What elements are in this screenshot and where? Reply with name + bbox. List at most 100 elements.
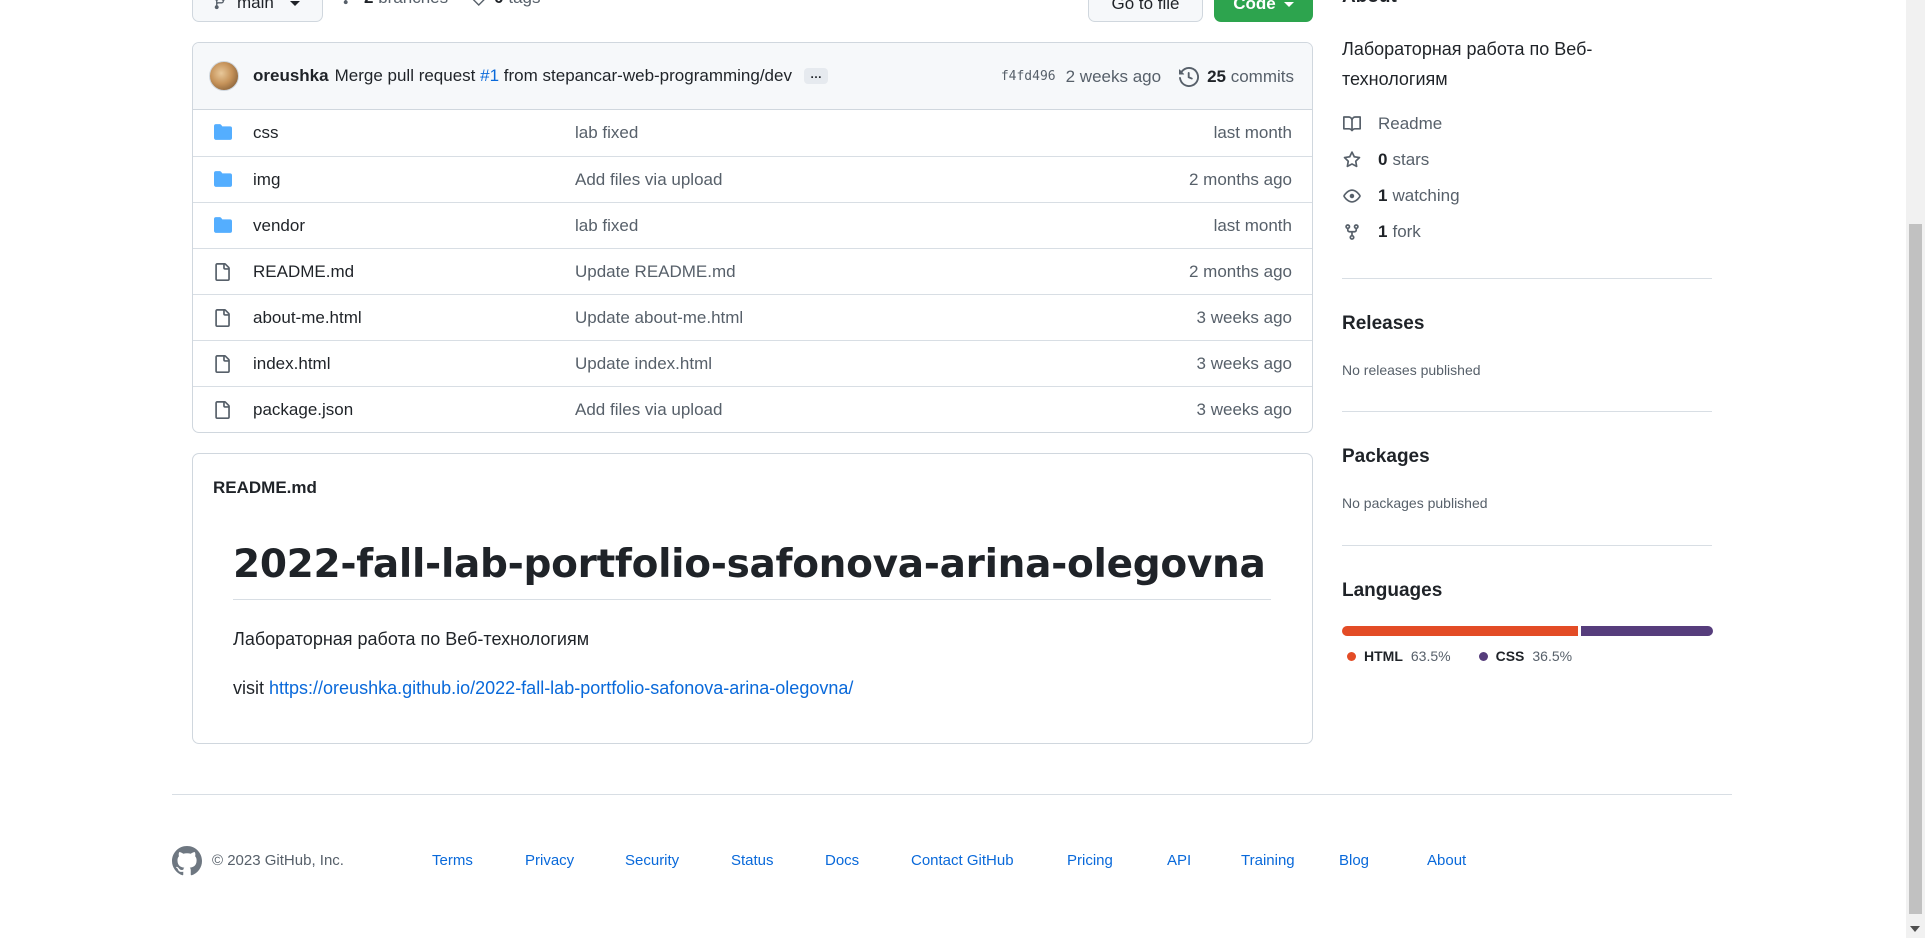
file-commit-message[interactable]: Update index.html [575, 354, 712, 374]
code-button-label: Code [1233, 0, 1276, 13]
watching-link[interactable]: 1 watching [1342, 186, 1460, 206]
git-branch-icon [213, 0, 227, 11]
language-bar-html[interactable] [1342, 626, 1578, 636]
languages-title: Languages [1342, 580, 1443, 601]
stars-link[interactable]: 0 stars [1342, 150, 1429, 170]
file-icon [213, 400, 231, 420]
file-row[interactable]: css lab fixed last month [193, 110, 1312, 156]
file-row[interactable]: vendor lab fixed last month [193, 202, 1312, 248]
language-html[interactable]: HTML 63.5% [1347, 648, 1451, 664]
language-percent: 36.5% [1532, 648, 1573, 664]
commit-message-suffix: from stepancar-web-programming/dev [503, 66, 792, 85]
git-branch-icon [342, 0, 356, 6]
file-commit-message[interactable]: Add files via upload [575, 400, 722, 420]
footer-link-docs[interactable]: Docs [825, 852, 859, 869]
github-logo-icon[interactable] [172, 846, 202, 876]
file-name-link[interactable]: img [253, 170, 280, 190]
file-name-link[interactable]: css [253, 123, 279, 143]
file-commit-age: 3 weeks ago [1196, 399, 1292, 419]
branch-selector[interactable]: main [192, 0, 323, 22]
footer-link-pricing[interactable]: Pricing [1067, 852, 1113, 869]
language-css[interactable]: CSS 36.5% [1478, 648, 1573, 664]
file-name-link[interactable]: package.json [253, 400, 353, 420]
file-icon [213, 308, 231, 328]
footer-link-terms[interactable]: Terms [432, 852, 473, 869]
footer-divider [172, 794, 1732, 795]
file-commit-message[interactable]: lab fixed [575, 123, 638, 143]
file-icon [213, 262, 231, 282]
branches-link[interactable]: 2 branches [342, 0, 448, 8]
file-commit-age: 3 weeks ago [1196, 307, 1292, 327]
avatar[interactable] [209, 61, 239, 91]
packages-title[interactable]: Packages [1342, 446, 1430, 468]
footer-link-api[interactable]: API [1167, 852, 1191, 869]
sidebar-divider [1342, 411, 1712, 412]
readme-link[interactable]: https://oreushka.github.io/2022-fall-lab… [269, 678, 853, 698]
forks-count: 1 [1378, 222, 1388, 241]
file-commit-message[interactable]: Update README.md [575, 262, 736, 282]
forks-label: fork [1392, 222, 1421, 241]
readme-visit-line: visit https://oreushka.github.io/2022-fa… [233, 678, 853, 699]
file-commit-age: 2 months ago [1188, 169, 1292, 189]
footer-link-status[interactable]: Status [731, 852, 774, 869]
branches-label: branches [378, 0, 448, 7]
commit-author[interactable]: oreushka [253, 66, 329, 86]
go-to-file-button[interactable]: Go to file [1088, 0, 1203, 22]
file-row[interactable]: index.html Update index.html 3 weeks ago [193, 340, 1312, 386]
footer-link-security[interactable]: Security [625, 852, 679, 869]
pull-request-link[interactable]: #1 [480, 66, 499, 85]
file-name-link[interactable]: index.html [253, 354, 330, 374]
file-row[interactable]: README.md Update README.md 2 months ago [193, 248, 1312, 294]
footer-link-training[interactable]: Training [1241, 852, 1295, 869]
commits-link[interactable]: 25 commits [1179, 67, 1294, 87]
file-name-link[interactable]: about-me.html [253, 308, 362, 328]
releases-title[interactable]: Releases [1342, 313, 1424, 335]
file-commit-message[interactable]: Update about-me.html [575, 308, 743, 328]
tag-icon [470, 0, 486, 6]
about-title: About [1342, 0, 1397, 8]
readme-paragraph: Лабораторная работа по Веб-технологиям [233, 629, 590, 649]
language-bar-css[interactable] [1580, 626, 1713, 636]
file-commit-age: 2 months ago [1188, 261, 1292, 281]
file-row[interactable]: about-me.html Update about-me.html 3 weeks… [193, 294, 1312, 340]
footer-link-blog[interactable]: Blog [1339, 852, 1369, 869]
footer-link-about[interactable]: About [1427, 852, 1466, 869]
scrollbar-thumb[interactable] [1909, 224, 1922, 914]
sidebar-divider [1342, 545, 1712, 546]
file-name-link[interactable]: vendor [253, 216, 305, 236]
footer-link-privacy[interactable]: Privacy [525, 852, 574, 869]
footer-copyright: © 2023 GitHub, Inc. [212, 852, 344, 869]
footer-link-contact-github[interactable]: Contact GitHub [911, 852, 1014, 869]
fork-icon [1342, 223, 1362, 241]
commit-label: commits [1230, 66, 1294, 86]
file-commit-age: last month [1213, 123, 1292, 142]
commit-time: 2 weeks ago [1065, 66, 1162, 86]
file-row[interactable]: package.json Add files via upload 3 weeks … [193, 386, 1312, 432]
readme-filename[interactable]: README.md [213, 478, 317, 498]
expand-commit-button[interactable]: … [803, 68, 828, 84]
commit-message[interactable]: Merge pull request #1 from stepancar-web… [335, 66, 792, 86]
stars-count: 0 [1378, 150, 1388, 169]
history-icon [1179, 66, 1199, 87]
packages-note: No packages published [1342, 495, 1488, 511]
file-commit-message[interactable]: Add files via upload [575, 170, 722, 190]
folder-icon [213, 216, 233, 234]
code-button[interactable]: Code [1214, 0, 1313, 22]
tags-count: 0 [494, 0, 503, 7]
chevron-down-icon [289, 0, 300, 6]
language-percent: 63.5% [1410, 648, 1451, 664]
file-commit-message[interactable]: lab fixed [575, 216, 638, 236]
forks-link[interactable]: 1 fork [1342, 222, 1421, 242]
scroll-down-arrow-icon[interactable] [1910, 926, 1920, 932]
commit-sha[interactable]: f4fd496 [1001, 69, 1056, 84]
commit-count: 25 [1207, 66, 1226, 86]
page-scrollbar[interactable] [1906, 0, 1925, 938]
language-name: HTML [1364, 648, 1403, 664]
readme-link-sidebar[interactable]: Readme [1342, 114, 1442, 134]
file-name-link[interactable]: README.md [253, 262, 354, 282]
repo-meta-links: 2 branches 0 tags [342, 0, 540, 8]
file-commit-age: last month [1213, 215, 1292, 235]
file-row[interactable]: img Add files via upload 2 months ago [193, 156, 1312, 202]
tags-link[interactable]: 0 tags [470, 0, 540, 8]
branches-count: 2 [364, 0, 373, 7]
